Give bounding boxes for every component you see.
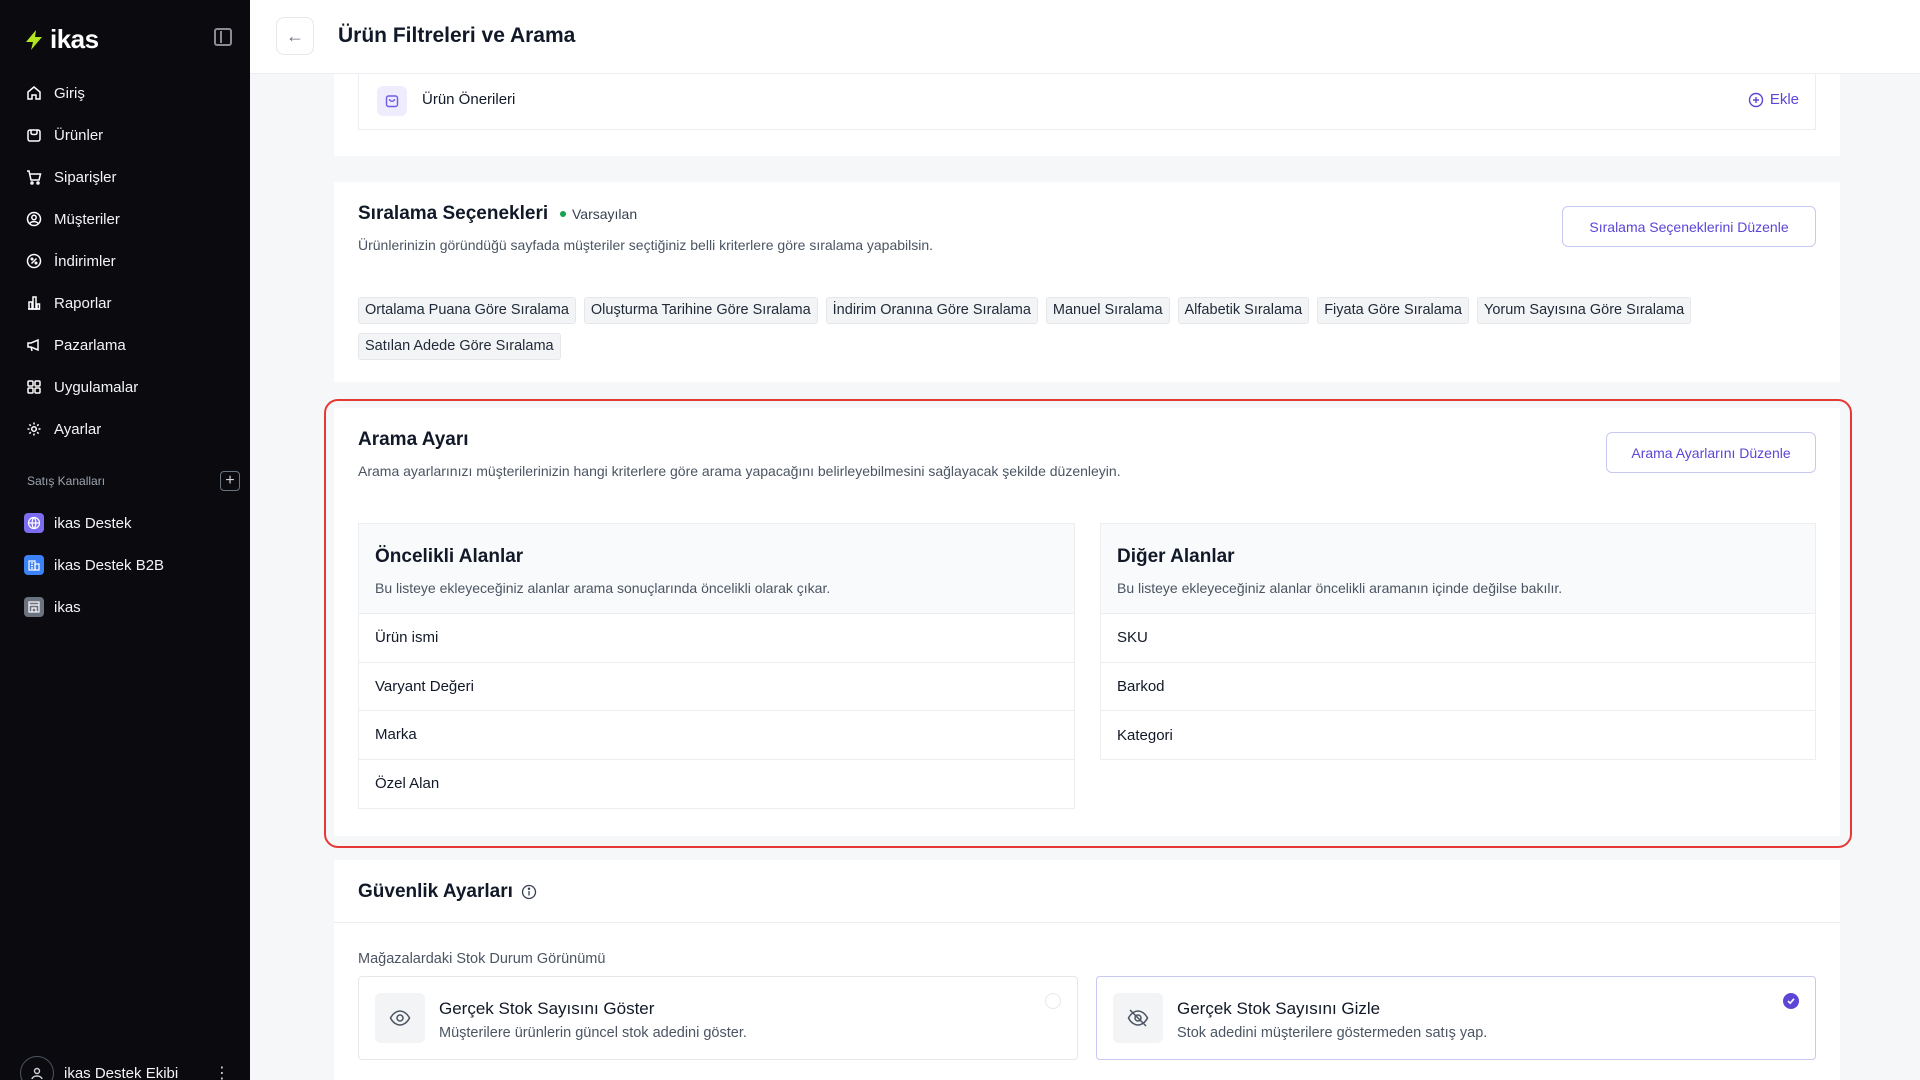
sidebar-item-label: Giriş xyxy=(54,84,85,102)
status-dot xyxy=(560,211,566,217)
add-channel-button[interactable]: + xyxy=(220,471,240,491)
hide-stock-option[interactable]: Gerçek Stok Sayısını Gizle Stok adedini … xyxy=(1096,976,1816,1060)
channel-item-ikas-destek-b2b[interactable]: ikas Destek B2B xyxy=(24,544,234,586)
sidebar-item-label: Uygulamalar xyxy=(54,378,139,396)
suggestion-row: Ürün Önerileri Ekle xyxy=(358,74,1816,130)
collapse-sidebar-icon[interactable] xyxy=(214,28,232,46)
more-vertical-icon[interactable]: ⋮ xyxy=(214,1063,230,1080)
sidebar-item-musteriler[interactable]: Müşteriler xyxy=(18,198,232,240)
sidebar-item-label: Raporlar xyxy=(54,294,112,312)
gear-icon xyxy=(27,422,41,436)
sorting-option-tag: Satılan Adede Göre Sıralama xyxy=(358,333,561,360)
sorting-title: Sıralama Seçenekleri xyxy=(358,203,549,224)
sorting-option-tag: Manuel Sıralama xyxy=(1045,297,1170,324)
sorting-subtitle: Ürünlerinizin göründüğü sayfada müşteril… xyxy=(358,237,934,253)
sidebar-item-label: Ayarlar xyxy=(54,420,102,438)
arrow-left-icon: ← xyxy=(286,25,304,46)
check-icon xyxy=(1787,998,1795,1005)
sorting-option-tag: İndirim Oranına Göre Sıralama xyxy=(825,297,1038,324)
bag-icon xyxy=(377,86,407,116)
sorting-option-tag: Ortalama Puana Göre Sıralama xyxy=(358,297,576,324)
sidebar-item-raporlar[interactable]: Raporlar xyxy=(18,282,232,324)
security-title: Güvenlik Ayarları xyxy=(358,881,513,902)
user-icon xyxy=(26,211,42,227)
show-stock-title: Gerçek Stok Sayısını Göster xyxy=(439,999,655,1018)
building-icon xyxy=(24,555,44,575)
show-stock-desc: Müşterilere ürünlerin güncel stok adedin… xyxy=(439,1025,747,1041)
default-badge: Varsayılan xyxy=(560,206,637,222)
edit-sorting-button[interactable]: Sıralama Seçeneklerini Düzenle xyxy=(1562,206,1816,247)
sorting-options: Ortalama Puana Göre Sıralama Oluşturma T… xyxy=(358,297,1808,360)
sidebar-item-urunler[interactable]: Ürünler xyxy=(18,114,232,156)
plus-circle-icon xyxy=(1748,92,1764,107)
box-icon xyxy=(27,129,41,142)
sidebar-item-indirimler[interactable]: İndirimler xyxy=(18,240,232,282)
add-suggestion-button[interactable]: Ekle xyxy=(1748,91,1799,108)
cart-icon xyxy=(27,170,42,185)
sorting-option-tag: Oluşturma Tarihine Göre Sıralama xyxy=(583,297,818,324)
security-title-row: Güvenlik Ayarları xyxy=(358,881,537,903)
channel-list: ikas Destek ikas Destek B2B ikas xyxy=(24,502,234,628)
channel-label: ikas Destek B2B xyxy=(54,556,165,574)
discount-icon xyxy=(26,253,42,269)
logo[interactable]: ikas xyxy=(24,24,99,55)
radio-unchecked[interactable] xyxy=(1045,993,1061,1009)
avatar xyxy=(20,1056,54,1080)
sidebar-item-pazarlama[interactable]: Pazarlama xyxy=(18,324,232,366)
highlight-box xyxy=(324,399,1852,848)
user-icon xyxy=(31,1067,43,1080)
add-label: Ekle xyxy=(1769,91,1799,108)
sidebar-item-label: Müşteriler xyxy=(54,210,120,228)
back-button[interactable]: ← xyxy=(276,17,314,55)
sidebar-item-label: Ürünler xyxy=(54,126,104,144)
page-title: Ürün Filtreleri ve Arama xyxy=(338,24,576,47)
sidebar: ikas Giriş Ürünler Siparişler Müşteriler… xyxy=(0,0,250,1080)
stock-view-label: Mağazalardaki Stok Durum Görünümü xyxy=(358,951,606,967)
store-icon xyxy=(24,597,44,617)
channel-label: ikas Destek xyxy=(54,514,132,532)
sidebar-item-uygulamalar[interactable]: Uygulamalar xyxy=(18,366,232,408)
hide-stock-desc: Stok adedini müşterilere göstermeden sat… xyxy=(1177,1025,1488,1041)
sidebar-item-label: İndirimler xyxy=(54,252,116,270)
channel-label: ikas xyxy=(54,598,81,616)
show-stock-option[interactable]: Gerçek Stok Sayısını Göster Müşterilere … xyxy=(358,976,1078,1060)
apps-icon xyxy=(27,380,41,394)
chart-icon xyxy=(28,296,41,310)
home-icon xyxy=(27,86,41,100)
sidebar-item-siparisler[interactable]: Siparişler xyxy=(18,156,232,198)
hide-stock-title: Gerçek Stok Sayısını Gizle xyxy=(1177,999,1381,1018)
main-nav: Giriş Ürünler Siparişler Müşteriler İndi… xyxy=(18,72,232,450)
channel-item-ikas-destek[interactable]: ikas Destek xyxy=(24,502,234,544)
default-badge-label: Varsayılan xyxy=(572,206,638,222)
sidebar-item-label: Pazarlama xyxy=(54,336,126,354)
channel-item-ikas[interactable]: ikas xyxy=(24,586,234,628)
globe-icon xyxy=(24,513,44,533)
user-name: ikas Destek Ekibi xyxy=(64,1064,179,1080)
megaphone-icon xyxy=(27,338,39,352)
sidebar-item-label: Siparişler xyxy=(54,168,117,186)
sidebar-item-ayarlar[interactable]: Ayarlar xyxy=(18,408,232,450)
info-icon[interactable] xyxy=(521,884,537,900)
sorting-option-tag: Fiyata Göre Sıralama xyxy=(1317,297,1469,324)
user-profile[interactable]: ikas Destek Ekibi ⋮ xyxy=(20,1056,230,1080)
eye-icon xyxy=(375,993,425,1043)
sidebar-item-giris[interactable]: Giriş xyxy=(18,72,232,114)
divider xyxy=(334,922,1840,923)
page-header: ← Ürün Filtreleri ve Arama xyxy=(250,0,1920,74)
sales-channels-label: Satış Kanalları xyxy=(27,474,106,488)
sorting-option-tag: Yorum Sayısına Göre Sıralama xyxy=(1477,297,1692,324)
sorting-option-tag: Alfabetik Sıralama xyxy=(1177,297,1310,324)
eye-off-icon xyxy=(1113,993,1163,1043)
logo-text: ikas xyxy=(50,24,99,54)
bolt-icon xyxy=(26,29,42,50)
radio-checked[interactable] xyxy=(1783,993,1799,1009)
suggestion-label: Ürün Önerileri xyxy=(422,91,516,108)
